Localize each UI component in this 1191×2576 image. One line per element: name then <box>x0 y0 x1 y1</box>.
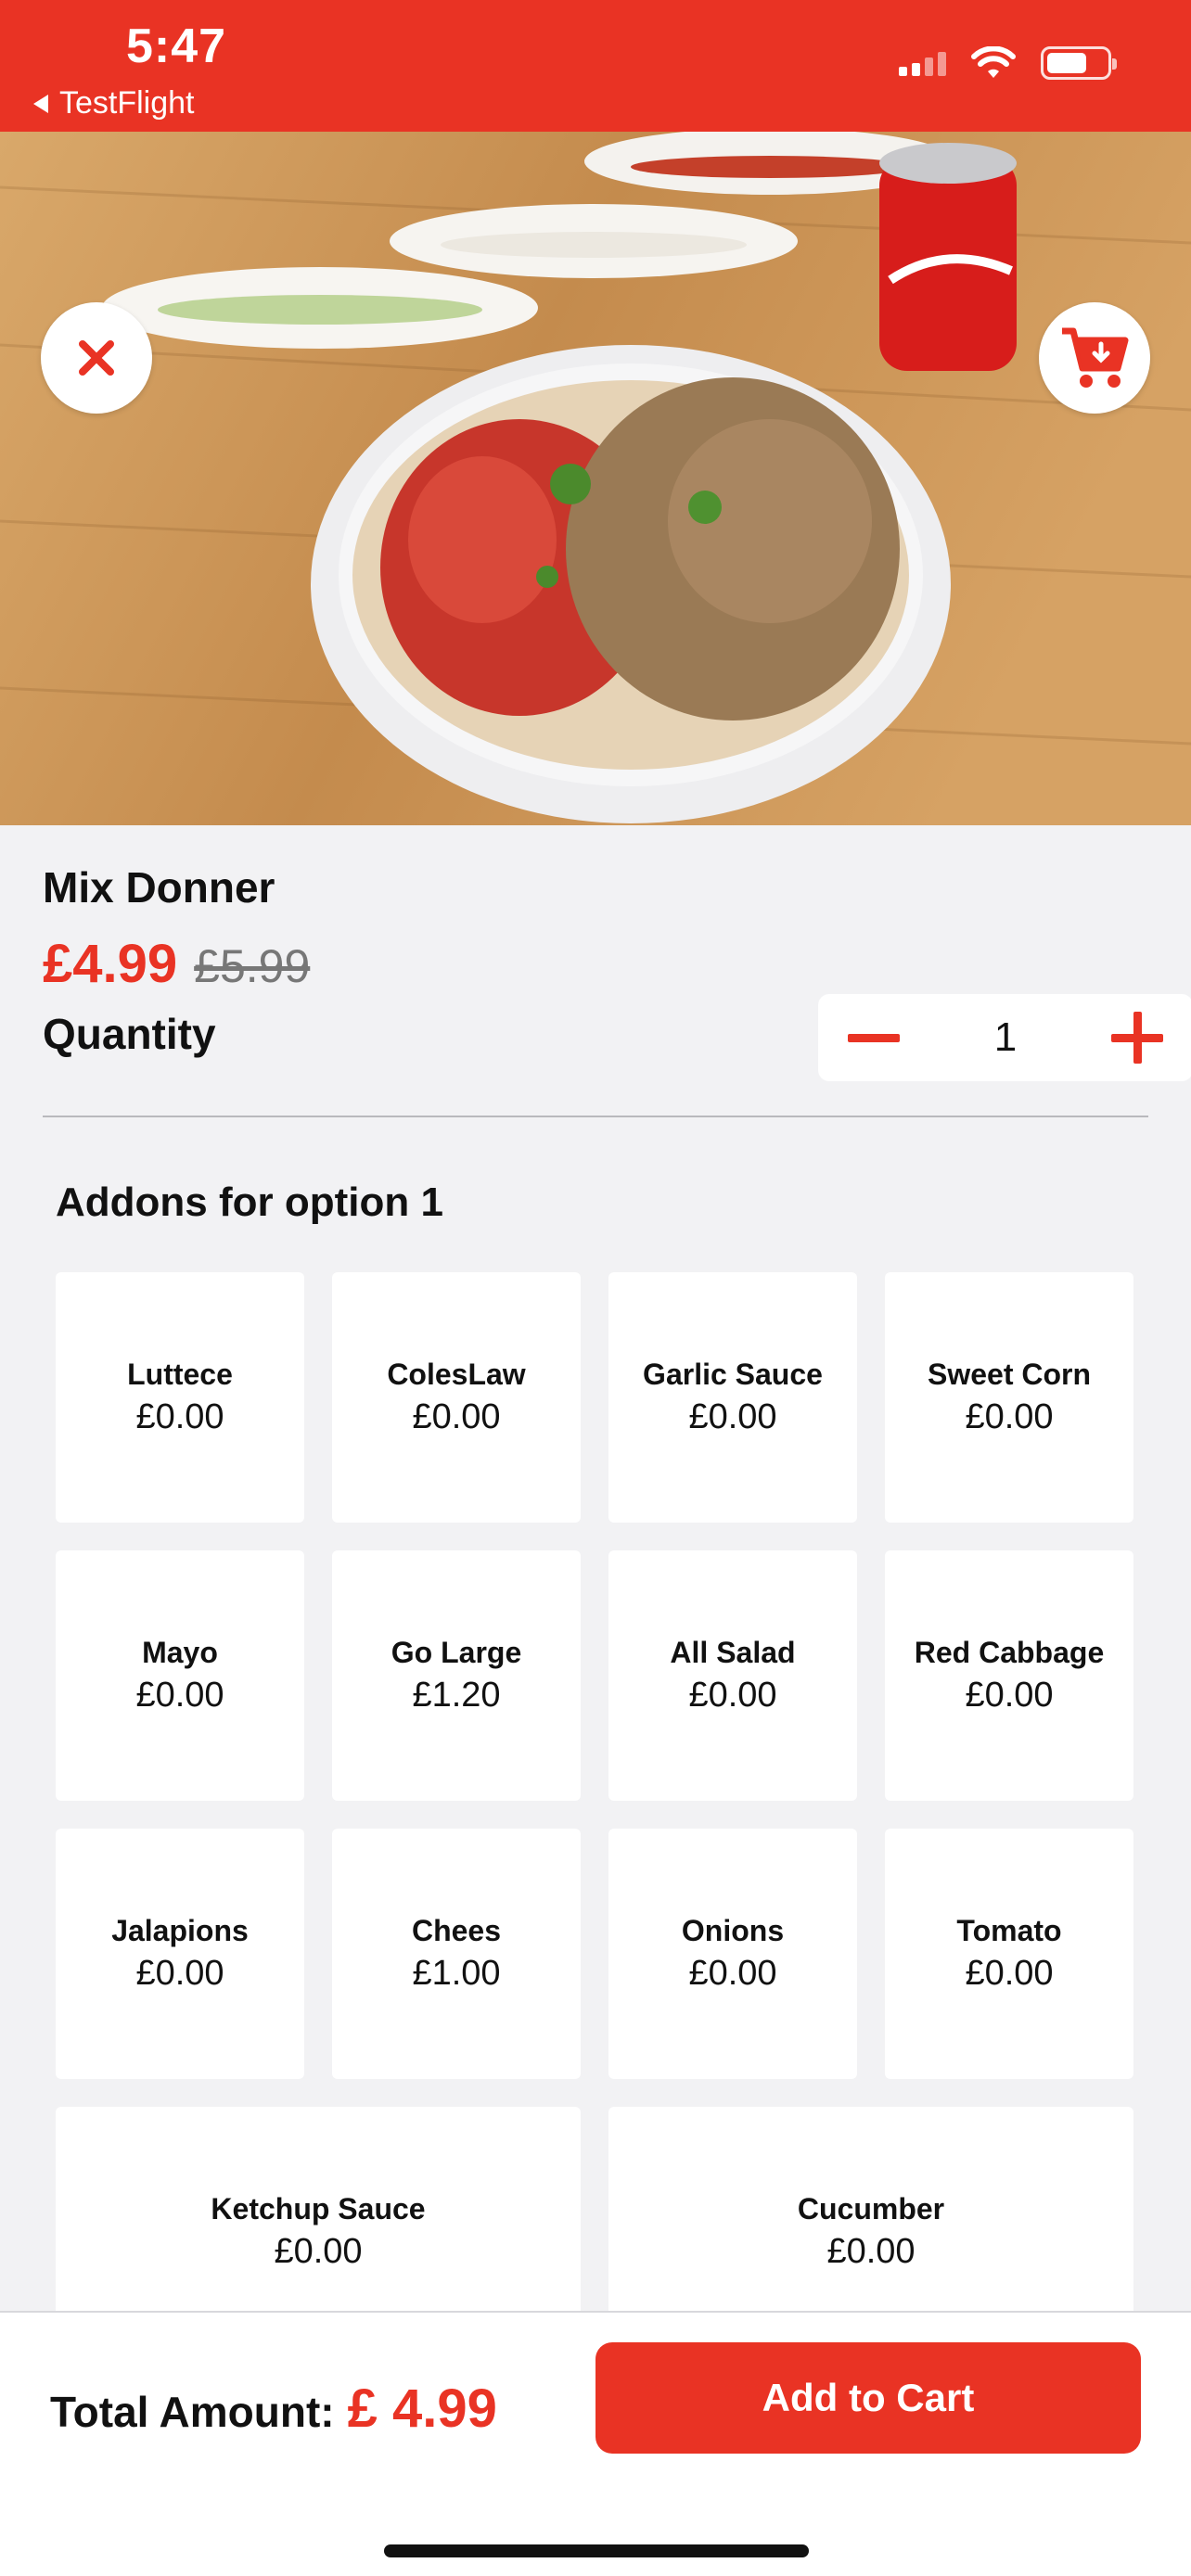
back-app-label: TestFlight <box>59 85 195 121</box>
add-to-cart-button[interactable]: Add to Cart <box>596 2342 1141 2454</box>
quantity-value: 1 <box>993 1014 1018 1060</box>
total-label: Total Amount: <box>50 2388 335 2436</box>
addon-name: ColesLaw <box>387 1358 526 1391</box>
addon-name: Mayo <box>142 1636 218 1669</box>
product-name: Mix Donner <box>43 863 275 912</box>
addon-price: £0.00 <box>688 1676 777 1715</box>
addon-card[interactable]: Onions £0.00 <box>608 1829 857 2079</box>
back-to-app-link[interactable]: TestFlight <box>33 85 195 121</box>
addons-grid: Luttece £0.00 ColesLaw £0.00 Garlic Sauce £… <box>56 1272 1135 2357</box>
addon-price: £0.00 <box>965 1954 1054 1993</box>
addon-price: £1.00 <box>412 1954 501 1993</box>
home-indicator[interactable] <box>384 2544 809 2557</box>
addon-card[interactable]: Chees £1.00 <box>332 1829 581 2079</box>
addon-price: £0.00 <box>135 1676 224 1715</box>
addon-name: Red Cabbage <box>914 1636 1105 1669</box>
addon-price: £0.00 <box>412 1397 501 1436</box>
addon-price: £0.00 <box>688 1397 777 1436</box>
addon-card[interactable]: Sweet Corn £0.00 <box>885 1272 1133 1523</box>
food-photo-illustration <box>0 132 1191 825</box>
increase-quantity-button[interactable] <box>1109 1010 1165 1065</box>
status-bar: 5:47 TestFlight <box>0 0 1191 132</box>
addon-card[interactable]: Red Cabbage £0.00 <box>885 1550 1133 1801</box>
addon-name: Onions <box>681 1914 785 1947</box>
addon-name: Chees <box>411 1914 502 1947</box>
addon-name: Sweet Corn <box>927 1358 1092 1391</box>
product-old-price: £5.99 <box>194 940 311 992</box>
total-amount: Total Amount: £ 4.99 <box>50 2378 497 2440</box>
price-row: £4.99 £5.99 <box>43 933 1148 995</box>
addon-name: All Salad <box>670 1636 796 1669</box>
addon-card[interactable]: Tomato £0.00 <box>885 1829 1133 2079</box>
addon-card[interactable]: ColesLaw £0.00 <box>332 1272 581 1523</box>
addon-price: £0.00 <box>688 1954 777 1993</box>
addon-price: £1.20 <box>412 1676 501 1715</box>
quantity-stepper: 1 <box>818 994 1191 1081</box>
product-info: Mix Donner £4.99 £5.99 Quantity 1 <box>43 862 1191 1081</box>
addon-card[interactable]: All Salad £0.00 <box>608 1550 857 1801</box>
addon-name: Cucumber <box>797 2192 945 2225</box>
addon-name: Go Large <box>391 1636 522 1669</box>
addon-price: £0.00 <box>274 2232 363 2271</box>
addon-price: £0.00 <box>965 1397 1054 1436</box>
addon-name: Garlic Sauce <box>643 1358 823 1391</box>
addon-price: £0.00 <box>965 1676 1054 1715</box>
addon-price: £0.00 <box>135 1397 224 1436</box>
addon-name: Ketchup Sauce <box>211 2192 426 2225</box>
close-icon <box>79 340 114 376</box>
close-button[interactable] <box>41 302 152 414</box>
addon-card[interactable]: Mayo £0.00 <box>56 1550 304 1801</box>
battery-icon <box>1041 46 1117 80</box>
decrease-quantity-button[interactable] <box>846 1010 902 1065</box>
addon-name: Jalapions <box>111 1914 249 1947</box>
status-time: 5:47 <box>126 19 227 73</box>
product-image <box>0 132 1191 825</box>
addon-card[interactable]: Luttece £0.00 <box>56 1272 304 1523</box>
quantity-label: Quantity <box>43 1010 216 1058</box>
cart-download-icon <box>1062 327 1129 388</box>
addon-card[interactable]: Garlic Sauce £0.00 <box>608 1272 857 1523</box>
checkout-bar: Total Amount: £ 4.99 Add to Cart <box>0 2311 1191 2576</box>
wifi-icon <box>971 46 1016 78</box>
addon-card[interactable]: Go Large £1.20 <box>332 1550 581 1801</box>
cart-button[interactable] <box>1039 302 1150 414</box>
addon-name: Tomato <box>956 1914 1062 1947</box>
divider <box>43 1116 1148 1117</box>
system-icons <box>899 46 1117 80</box>
addons-title: Addons for option 1 <box>56 1180 443 1225</box>
total-value: £ 4.99 <box>347 2378 497 2439</box>
addon-name: Luttece <box>127 1358 233 1391</box>
back-arrow-icon <box>33 94 48 113</box>
product-price: £4.99 <box>43 934 178 994</box>
addon-price: £0.00 <box>826 2232 916 2271</box>
addon-card[interactable]: Jalapions £0.00 <box>56 1829 304 2079</box>
addon-price: £0.00 <box>135 1954 224 1993</box>
cellular-signal-icon <box>899 50 946 76</box>
